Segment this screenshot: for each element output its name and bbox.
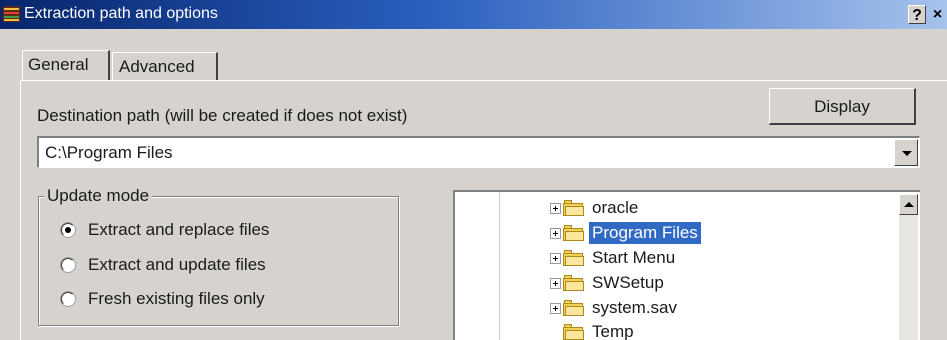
folder-icon: [563, 324, 584, 340]
radio-button[interactable]: [61, 223, 75, 237]
scroll-up-icon[interactable]: [899, 194, 918, 215]
radio-label: Extract and update files: [88, 255, 266, 274]
radio-fresh-existing[interactable]: Fresh existing files only: [61, 288, 265, 310]
tree-item-label: oracle: [592, 198, 639, 217]
destination-label: Destination path (will be created if doe…: [37, 106, 408, 125]
destination-path-combo[interactable]: C:\Program Files: [37, 136, 920, 168]
close-button[interactable]: ×: [928, 5, 947, 24]
update-mode-title: Update mode: [44, 186, 153, 206]
folder-icon: [563, 250, 584, 266]
tree-item-temp[interactable]: Temp: [550, 320, 637, 340]
radio-label: Fresh existing files only: [88, 289, 265, 308]
expand-icon[interactable]: [550, 252, 561, 264]
tree-item-label: Program Files: [589, 222, 701, 244]
folder-icon: [563, 200, 584, 216]
tab-general[interactable]: General: [22, 50, 110, 80]
radio-label: Extract and replace files: [88, 220, 270, 239]
folder-tree[interactable]: oracle Program Files Start Menu SWSetup …: [453, 190, 920, 340]
tree-item-label: Temp: [592, 322, 634, 340]
chevron-down-icon[interactable]: [894, 139, 918, 166]
radio-extract-update[interactable]: Extract and update files: [61, 254, 266, 276]
tree-connector: [550, 327, 561, 338]
expand-icon[interactable]: [550, 302, 561, 314]
tree-item-label: system.sav: [592, 298, 678, 317]
tab-advanced[interactable]: Advanced: [112, 52, 218, 80]
help-button[interactable]: ?: [908, 5, 926, 24]
tree-item-label: Start Menu: [592, 248, 676, 267]
tree-item-oracle[interactable]: oracle: [550, 196, 641, 220]
folder-icon: [563, 300, 584, 316]
tree-item-label: SWSetup: [592, 273, 664, 292]
expand-icon[interactable]: [550, 227, 561, 239]
app-icon: [3, 6, 20, 22]
tree-item-swsetup[interactable]: SWSetup: [550, 271, 667, 295]
radio-extract-replace[interactable]: Extract and replace files: [61, 219, 269, 241]
display-button[interactable]: Display: [769, 88, 916, 125]
tree-guide-line: [499, 192, 500, 340]
destination-path-value[interactable]: C:\Program Files: [45, 143, 173, 163]
radio-button[interactable]: [61, 258, 75, 272]
window-title: Extraction path and options: [24, 5, 218, 22]
expand-icon[interactable]: [550, 202, 561, 214]
radio-button[interactable]: [61, 292, 75, 306]
tree-item-system-sav[interactable]: system.sav: [550, 296, 680, 320]
tree-scrollbar[interactable]: [899, 194, 918, 340]
tree-item-program-files[interactable]: Program Files: [550, 221, 701, 245]
expand-icon[interactable]: [550, 277, 561, 289]
folder-icon: [563, 275, 584, 291]
title-bar[interactable]: Extraction path and options ? ×: [0, 0, 947, 29]
folder-icon: [563, 225, 584, 241]
tree-item-start-menu[interactable]: Start Menu: [550, 246, 678, 270]
